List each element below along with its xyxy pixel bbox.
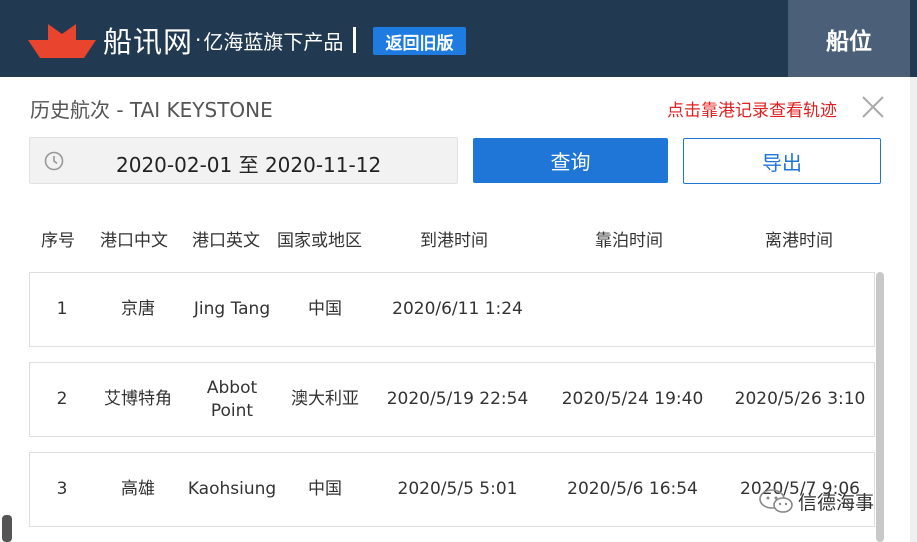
brand-tagline: 亿海蓝旗下产品: [203, 29, 344, 54]
clock-icon: [44, 151, 64, 171]
table-row[interactable]: 2 艾博特角 Abbot Point 澳大利亚 2020/5/19 22:54 …: [29, 362, 875, 437]
brand-dot: ·: [195, 28, 202, 52]
col-header-port-cn: 港口中文: [100, 231, 168, 251]
col-header-depart: 离港时间: [765, 231, 833, 251]
cell-depart: 2020/5/26 3:10: [734, 389, 866, 409]
watermark: 信德海事: [758, 486, 874, 516]
col-header-arrive: 到港时间: [420, 231, 488, 251]
brand[interactable]: 船讯网 · 亿海蓝旗下产品: [103, 20, 357, 60]
cell-berth: 2020/5/24 19:40: [561, 389, 704, 409]
cell-country: 中国: [308, 299, 342, 319]
wechat-icon: [759, 489, 793, 513]
cell-arrive: 2020/5/5 5:01: [397, 479, 518, 499]
close-icon[interactable]: [860, 94, 886, 120]
cell-arrive: 2020/5/19 22:54: [386, 389, 529, 409]
cell-port-cn: 京唐: [121, 299, 155, 319]
cell-no: 1: [56, 299, 68, 319]
col-header-country: 国家或地区: [277, 231, 362, 251]
cell-country: 澳大利亚: [291, 389, 359, 409]
table-row[interactable]: 3 高雄 Kaohsiung 中国 2020/5/5 5:01 2020/5/6…: [29, 452, 875, 527]
cell-port-en: Jing Tang: [193, 299, 271, 319]
col-header-port-en: 港口英文: [192, 231, 260, 251]
cell-arrive: 2020/6/11 1:24: [392, 299, 523, 319]
top-header: 船讯网 · 亿海蓝旗下产品 返回旧版 船位: [0, 0, 917, 77]
brand-separator: [353, 27, 357, 53]
boat-logo-icon[interactable]: [28, 18, 96, 60]
col-header-no: 序号: [41, 231, 75, 251]
export-button[interactable]: 导出: [683, 138, 881, 184]
cell-port-en: Kaohsiung: [187, 479, 277, 499]
cell-port-cn: 艾博特角: [104, 389, 172, 409]
date-range-picker[interactable]: 2020-02-01 至 2020-11-12: [29, 137, 458, 184]
table-row[interactable]: 1 京唐 Jing Tang 中国 2020/6/11 1:24: [29, 272, 875, 347]
date-range-value: 2020-02-01 至 2020-11-12: [116, 153, 382, 177]
query-button[interactable]: 查询: [473, 138, 668, 183]
cell-berth: 2020/5/6 16:54: [567, 479, 698, 499]
cell-port-cn: 高雄: [121, 479, 155, 499]
cell-no: 3: [56, 479, 68, 499]
brand-name: 船讯网: [103, 25, 194, 59]
cell-depart: [720, 273, 880, 346]
tab-ship-position[interactable]: 船位: [788, 0, 910, 77]
cell-no: 2: [56, 389, 68, 409]
vertical-scrollbar[interactable]: [876, 272, 884, 542]
back-to-old-version-button[interactable]: 返回旧版: [373, 27, 466, 55]
scroll-handle[interactable]: [2, 515, 12, 542]
watermark-text: 信德海事: [798, 491, 875, 514]
right-edge-strip: [910, 77, 917, 542]
col-header-berth: 靠泊时间: [595, 231, 663, 251]
cell-port-en: Abbot Point: [206, 377, 258, 421]
cell-country: 中国: [308, 479, 342, 499]
track-hint-link[interactable]: 点击靠港记录查看轨迹: [667, 96, 837, 121]
cell-berth: [550, 273, 715, 346]
page-title: 历史航次 - TAI KEYSTONE: [30, 98, 273, 122]
